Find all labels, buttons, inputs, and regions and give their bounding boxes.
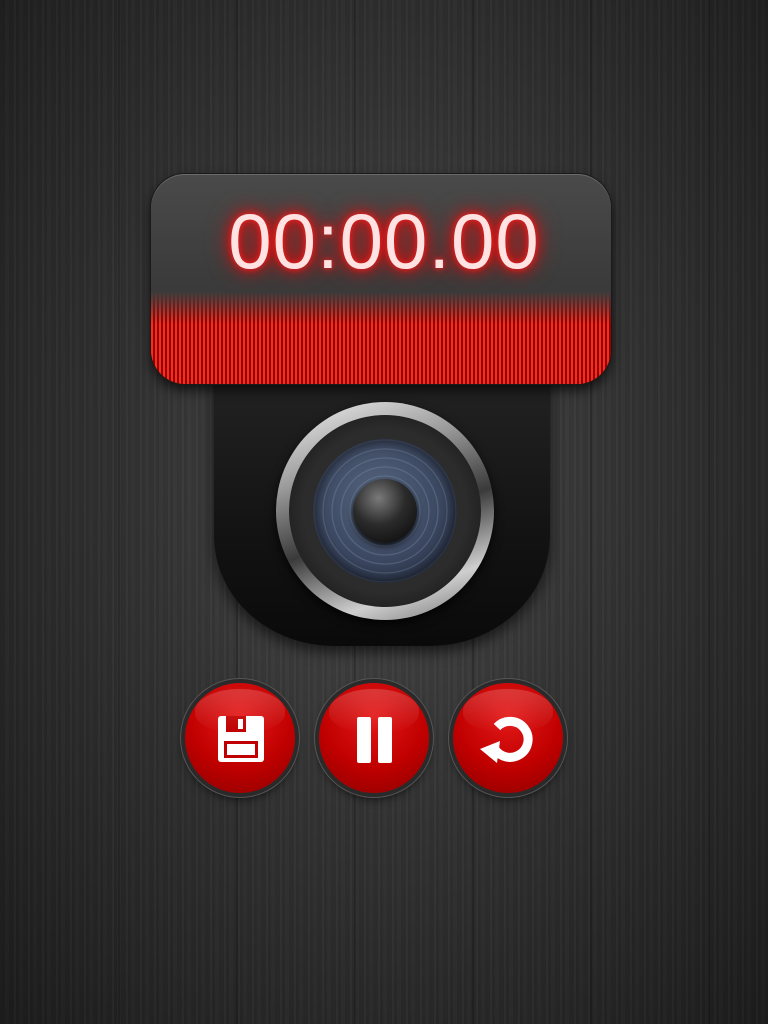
speaker-dome [353, 479, 417, 543]
speaker-cone [313, 439, 457, 583]
refresh-icon [480, 716, 533, 763]
floppy-disk-icon [218, 716, 264, 762]
timer-readout: 00:00.00 [228, 197, 540, 285]
save-button[interactable] [185, 683, 295, 793]
reset-button[interactable] [453, 683, 563, 793]
level-meter-bars [151, 292, 611, 384]
pause-icon [357, 717, 392, 763]
pause-button[interactable] [319, 683, 429, 793]
speaker-surround [289, 415, 481, 607]
speaker [276, 402, 494, 620]
